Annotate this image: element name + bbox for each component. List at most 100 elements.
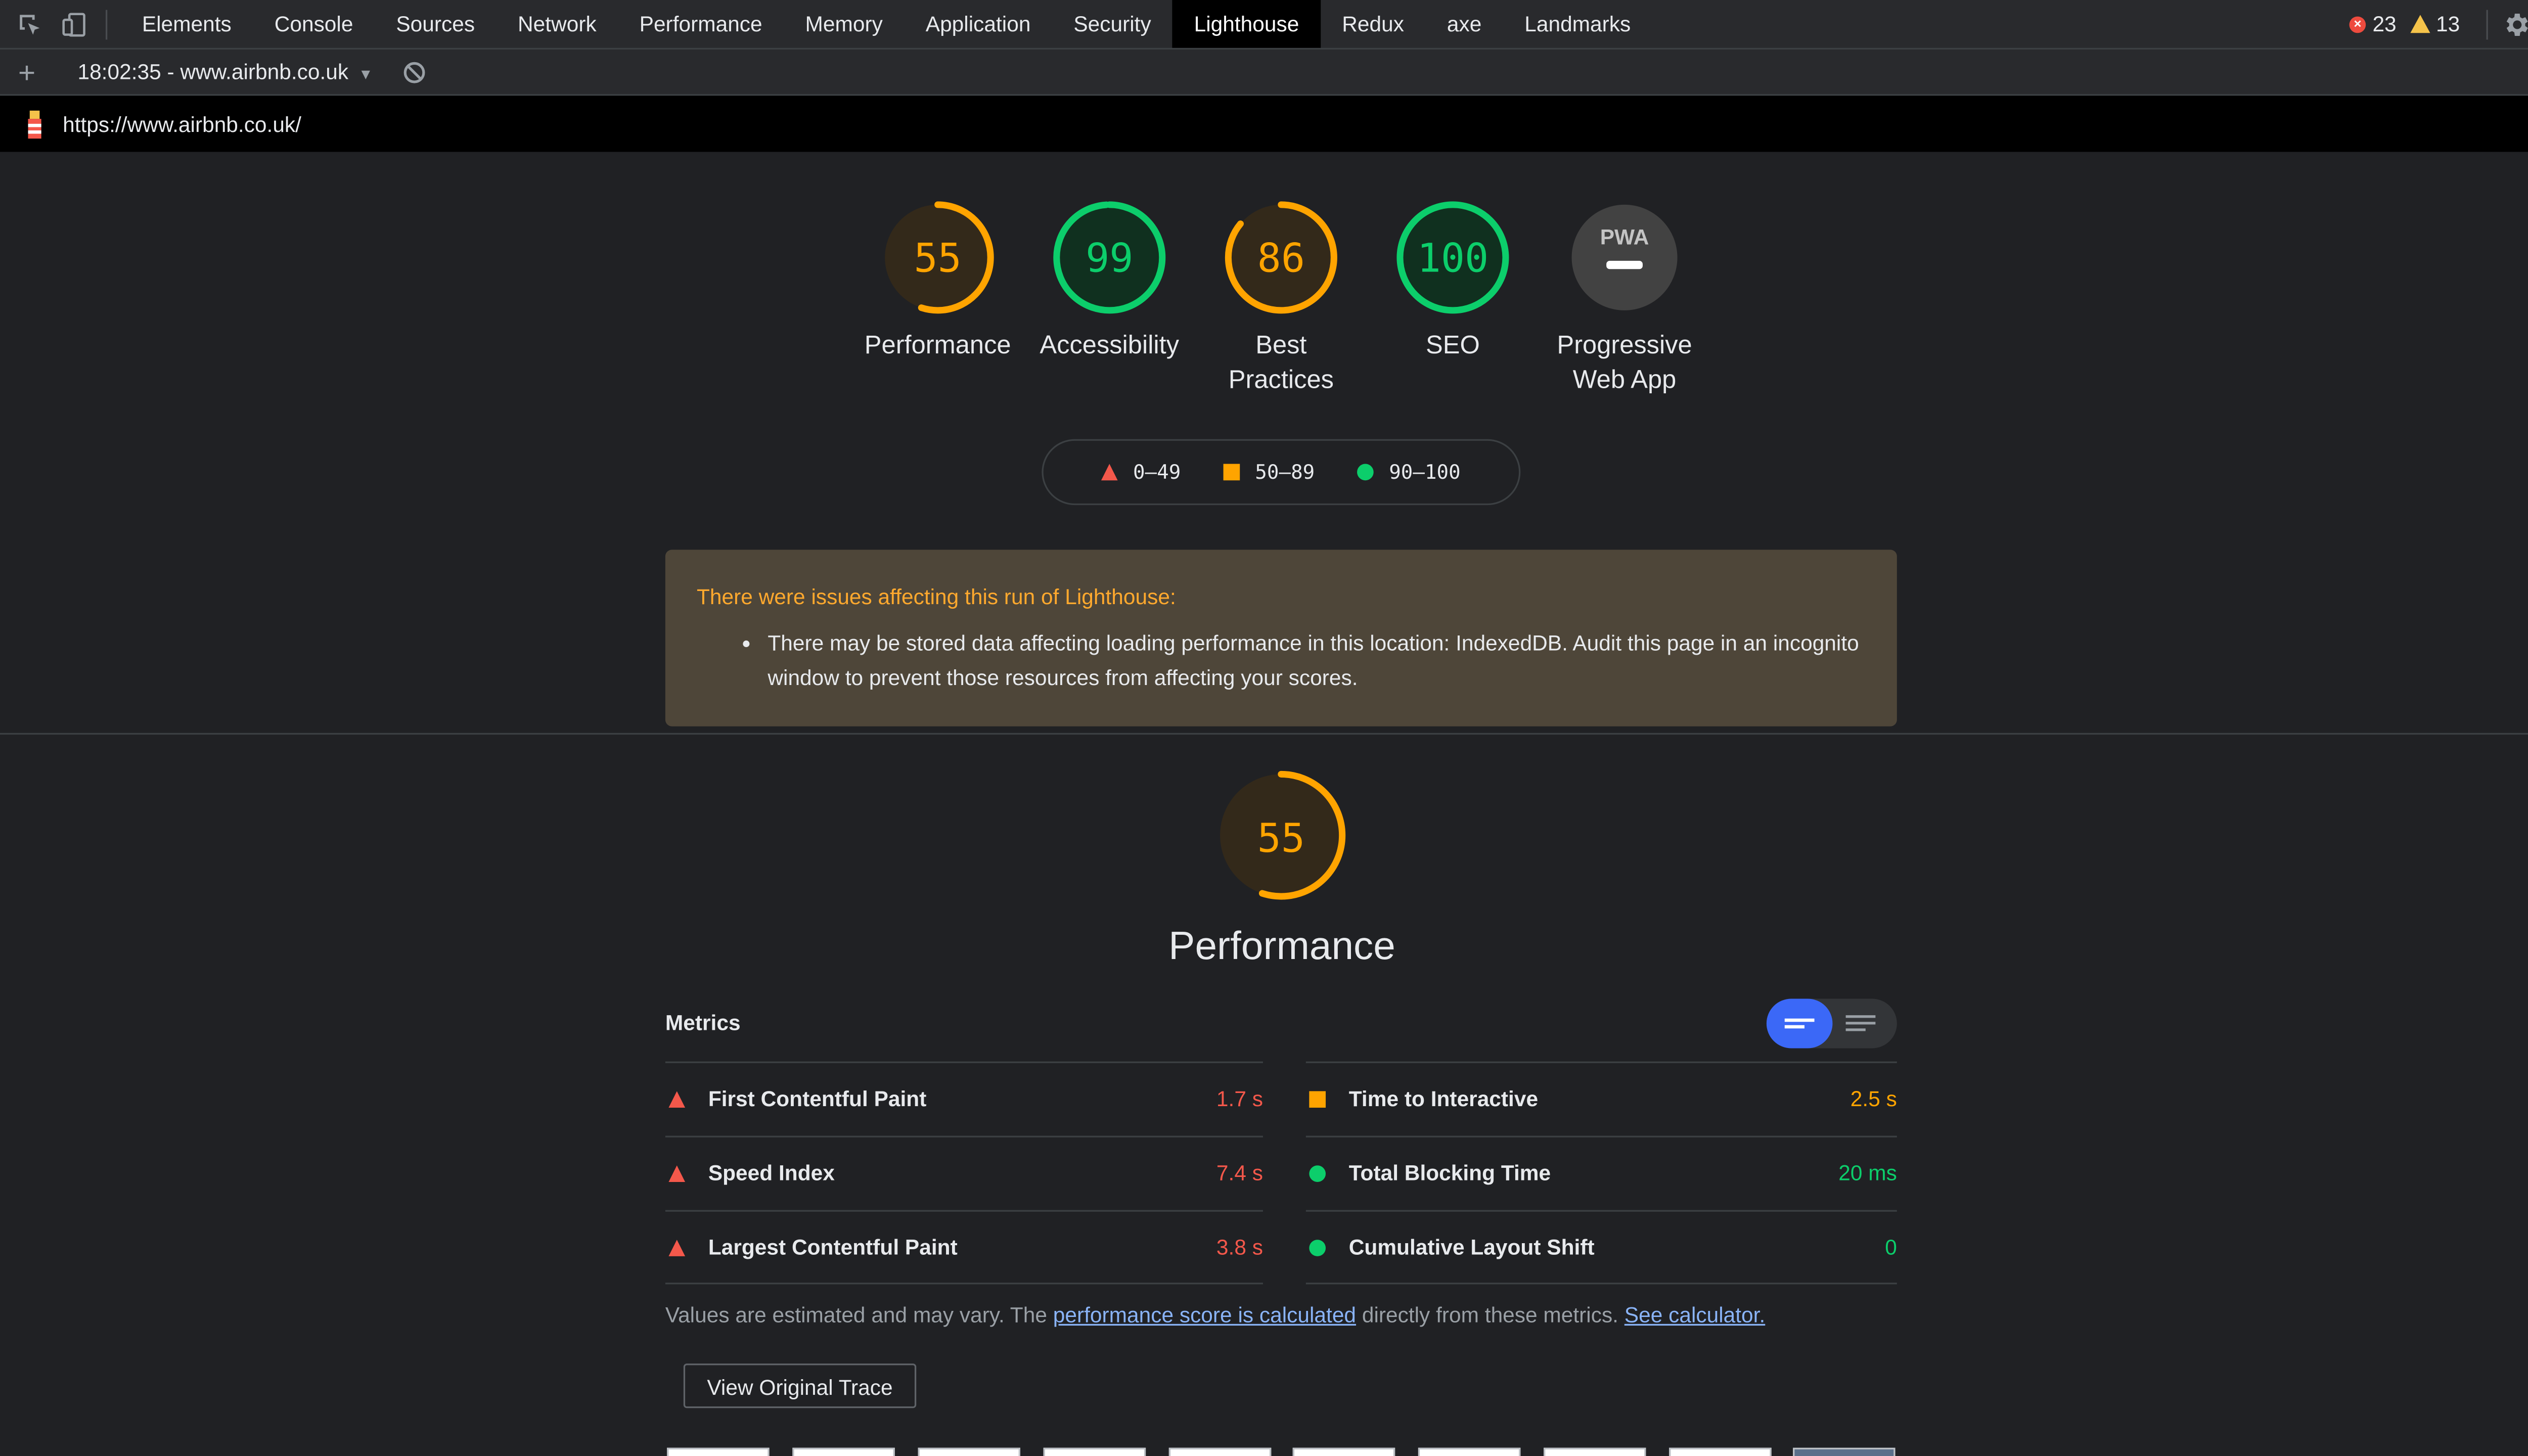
tab-performance[interactable]: Performance — [618, 0, 784, 48]
legend-fail-label: 0–49 — [1133, 461, 1181, 484]
tab-lighthouse[interactable]: Lighthouse — [1172, 0, 1321, 48]
metric-value: 1.7 s — [1216, 1086, 1263, 1111]
warning-item: There may be stored data affecting loadi… — [768, 626, 1865, 695]
legend-pass-label: 90–100 — [1389, 461, 1461, 484]
metric-value: 3.8 s — [1216, 1235, 1263, 1260]
metric-rating-icon — [668, 1239, 686, 1256]
tab-elements[interactable]: Elements — [120, 0, 253, 48]
toolbar-separator — [2486, 9, 2488, 39]
filmstrip-frame — [1669, 1447, 1772, 1456]
metrics-view-toggle[interactable] — [1766, 998, 1897, 1049]
metric-speed-index: Speed Index 7.4 s — [665, 1135, 1263, 1209]
inspect-element-icon[interactable] — [15, 9, 44, 39]
gauge-label: Best Practices — [1228, 332, 1334, 395]
view-original-trace-button[interactable]: View Original Trace — [683, 1363, 917, 1408]
metric-name: Time to Interactive — [1348, 1086, 1539, 1111]
metric-cumulative-layout-shift: Cumulative Layout Shift 0 — [1305, 1210, 1897, 1283]
tab-landmarks[interactable]: Landmarks — [1503, 0, 1652, 48]
average-square-icon — [1224, 464, 1240, 481]
gauge-seo[interactable]: 100 SEO — [1362, 200, 1544, 363]
fail-triangle-icon — [1101, 464, 1118, 481]
warning-count-badge[interactable]: 13 — [2409, 11, 2460, 36]
metric-rating-icon — [1309, 1239, 1326, 1256]
pass-circle-icon — [1309, 1164, 1326, 1181]
gauge-best-practices[interactable]: 86 Best Practices — [1190, 200, 1372, 398]
tab-security[interactable]: Security — [1052, 0, 1172, 48]
score-gauge-ring: 55 — [1216, 770, 1346, 900]
note-prefix: Values are estimated and may vary. The — [665, 1302, 1053, 1328]
devtools-tab-bar: Elements Console Sources Network Performance… — [0, 0, 2528, 50]
warning-count: 13 — [2436, 11, 2460, 36]
report-selector[interactable]: 18:02:35 - www.airbnb.co.uk ▼ — [77, 60, 373, 84]
warnings-list: There may be stored data affecting loadi… — [697, 626, 1866, 695]
score-gauge-ring: 55 — [881, 201, 994, 314]
metric-name: Cumulative Layout Shift — [1348, 1235, 1595, 1260]
tab-memory[interactable]: Memory — [784, 0, 904, 48]
metric-time-to-interactive: Time to Interactive 2.5 s — [1305, 1061, 1897, 1134]
metric-largest-contentful-paint: Largest Contentful Paint 3.8 s — [665, 1210, 1263, 1283]
metric-rating-icon — [668, 1164, 686, 1181]
tab-console[interactable]: Console — [253, 0, 375, 48]
tab-sources[interactable]: Sources — [375, 0, 496, 48]
gauge-background — [1571, 204, 1678, 310]
legend-average-label: 50–89 — [1255, 461, 1315, 484]
gauge-label: Progressive Web App — [1557, 332, 1692, 395]
metric-value: 20 ms — [1838, 1160, 1897, 1186]
new-report-plus-icon[interactable]: + — [18, 57, 41, 87]
gauge-score: 100 — [1417, 236, 1489, 282]
metric-name: Total Blocking Time — [1348, 1160, 1551, 1186]
score-legend: 0–49 50–89 90–100 — [1042, 439, 1521, 506]
device-toolbar-icon[interactable] — [60, 9, 89, 39]
error-count-badge[interactable]: × 23 — [2349, 12, 2397, 36]
filmstrip-frame — [1043, 1447, 1146, 1456]
gauge-performance[interactable]: 55 Performance — [847, 200, 1028, 363]
fail-triangle-icon — [668, 1090, 686, 1107]
run-warnings-box: There were issues affecting this run of … — [665, 550, 1897, 726]
toggle-expanded-view[interactable] — [1832, 999, 1897, 1049]
clear-reports-icon[interactable] — [403, 60, 426, 83]
legend-pass: 90–100 — [1358, 461, 1461, 484]
report-url-bar: https://www.airbnb.co.uk/ — [0, 96, 2528, 152]
performance-section-title: Performance — [1168, 924, 1395, 969]
tab-redux[interactable]: Redux — [1321, 0, 1426, 48]
filmstrip-frame — [918, 1447, 1020, 1456]
tab-application[interactable]: Application — [904, 0, 1052, 48]
gauge-progressive-web-app[interactable]: PWA Progressive Web App — [1533, 200, 1715, 398]
report-url[interactable]: https://www.airbnb.co.uk/ — [63, 111, 301, 136]
report-selector-label: 18:02:35 - www.airbnb.co.uk — [77, 59, 349, 84]
metric-rating-icon — [668, 1090, 686, 1107]
pwa-badge-text: PWA — [1600, 225, 1649, 249]
score-gauge-ring: 100 — [1396, 201, 1509, 314]
see-calculator-link[interactable]: See calculator. — [1624, 1302, 1765, 1327]
section-divider — [0, 733, 2528, 735]
score-calculated-link[interactable]: performance score is calculated — [1053, 1302, 1356, 1327]
warnings-title: There were issues affecting this run of … — [696, 584, 1176, 609]
metric-name: Largest Contentful Paint — [708, 1235, 958, 1260]
metric-value: 0 — [1885, 1235, 1897, 1260]
metric-total-blocking-time: Total Blocking Time 20 ms — [1305, 1135, 1897, 1209]
tab-network[interactable]: Network — [496, 0, 618, 48]
filmstrip-frame — [667, 1447, 770, 1456]
toggle-compact-view[interactable] — [1766, 998, 1833, 1049]
pass-circle-icon — [1309, 1239, 1326, 1256]
performance-section-gauge: 55 — [1215, 769, 1347, 901]
toolbar-separator — [105, 9, 108, 39]
metrics-heading: Metrics — [665, 1010, 741, 1035]
filmstrip-frame — [1292, 1447, 1395, 1456]
fail-triangle-icon — [668, 1164, 686, 1181]
pass-circle-icon — [1358, 464, 1374, 481]
warning-icon — [2409, 15, 2429, 33]
tab-axe[interactable]: axe — [1425, 0, 1503, 48]
metric-name: First Contentful Paint — [708, 1086, 927, 1111]
metric-value: 2.5 s — [1850, 1086, 1897, 1111]
filmstrip-frame — [1168, 1447, 1272, 1456]
metric-name: Speed Index — [708, 1160, 835, 1186]
filmstrip-frame — [1544, 1447, 1646, 1456]
settings-gear-icon[interactable] — [2501, 9, 2528, 39]
dropdown-caret-icon: ▼ — [358, 66, 373, 83]
gauge-accessibility[interactable]: 99 Accessibility — [1019, 200, 1200, 363]
gauge-score: 55 — [914, 236, 962, 282]
metrics-bottom-border-right — [1305, 1283, 1897, 1285]
legend-fail: 0–49 — [1101, 461, 1181, 484]
legend-average: 50–89 — [1224, 461, 1315, 484]
